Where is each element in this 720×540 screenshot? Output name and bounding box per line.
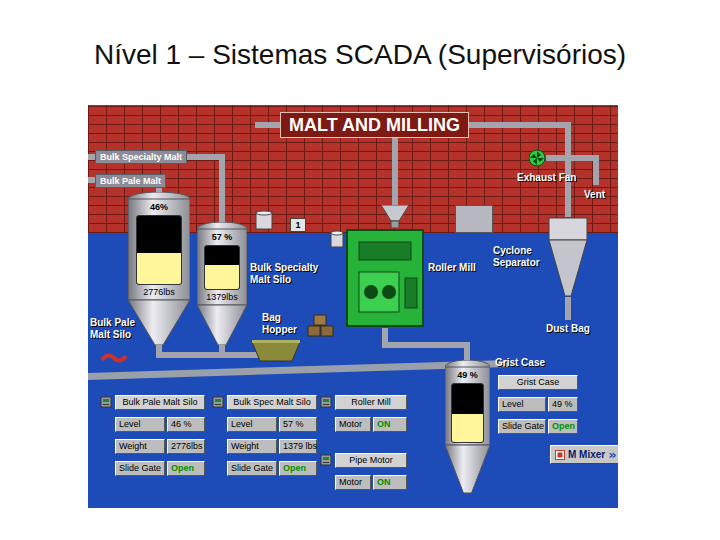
panel-title: Bulk Spec Malt Silo (227, 395, 317, 410)
control-box (455, 205, 493, 233)
hopper-icon (252, 340, 300, 362)
row-value: Open (167, 461, 205, 476)
silo-weight: 2776lbs (143, 287, 175, 298)
funnel-icon (381, 205, 409, 228)
cyclone-icon (548, 217, 588, 297)
exhaust-fan (528, 149, 546, 171)
row-value: 46 % (167, 417, 205, 432)
equipment-label: BagHopper (262, 312, 297, 335)
device-icon (320, 395, 332, 409)
drum-icon (330, 230, 344, 248)
row-label: Motor (335, 475, 371, 490)
row-label: Slide Gate (498, 419, 546, 434)
status-panel: Roller Mill MotorON (320, 395, 407, 432)
silo-level-window (204, 245, 240, 290)
row-value: Open (279, 461, 317, 476)
silo-reading: 46% (150, 202, 168, 213)
row-label: Level (115, 417, 165, 432)
silo-level-fill (137, 253, 182, 284)
row-label: Weight (227, 439, 277, 454)
status-panel: Pipe Motor MotorON (320, 453, 407, 490)
silo-reading: 49 % (457, 370, 478, 381)
row-label: Level (227, 417, 277, 432)
equipment-label: Exhaust Fan (517, 172, 576, 184)
device-icon (320, 453, 332, 467)
cyclone (548, 217, 588, 301)
fan-icon (528, 149, 546, 167)
row-label: Slide Gate (227, 461, 277, 476)
drum (255, 210, 273, 234)
slide-title: Nível 1 – Sistemas SCADA (Supervisórios) (0, 38, 720, 72)
row-value: ON (373, 475, 407, 490)
silo-level-window (136, 215, 183, 285)
silo: 49 % (445, 360, 490, 493)
device-icon (212, 395, 224, 409)
row-label: Motor (335, 417, 371, 432)
equipment-label: CycloneSeparator (493, 245, 540, 268)
row-label: Weight (115, 439, 165, 454)
mixer-icon (555, 450, 565, 460)
counter: 1 (290, 218, 306, 232)
scada-screen: MALT AND MILLING Bulk Specialty Malt Bulk … (88, 105, 618, 508)
silo-label: Bulk PaleMalt Silo (90, 317, 135, 340)
hose-icon (100, 352, 128, 364)
bag-hopper (252, 340, 300, 366)
drum (330, 230, 344, 252)
row-value: Open (548, 419, 578, 434)
roller-mill (345, 228, 425, 332)
row-value: 1379 lbs (279, 439, 317, 454)
silo-level-fill (205, 265, 239, 290)
silo-level-fill (452, 414, 482, 442)
drum-icon (255, 210, 273, 230)
panel-title: Bulk Pale Malt Silo (115, 395, 205, 410)
row-value: 49 % (548, 397, 578, 412)
mixer-button[interactable]: M Mixer» (550, 445, 618, 464)
arrow-icon: » (608, 448, 616, 461)
panel-title: Pipe Motor (335, 453, 407, 468)
silo-level-window (451, 383, 483, 443)
silo: 46% 2776lbs (128, 192, 190, 345)
equipment-label: Dust Bag (546, 323, 590, 335)
silo-reading: 57 % (212, 232, 233, 243)
bags-icon (306, 310, 336, 338)
mill-hopper (381, 205, 409, 232)
equipment-label: Vent (584, 189, 605, 201)
hose (100, 350, 128, 368)
panel-title: Roller Mill (335, 395, 407, 410)
panel-title: Grist Case (498, 375, 578, 390)
slide: Nível 1 – Sistemas SCADA (Supervisórios)… (0, 0, 720, 540)
status-panel: Bulk Spec Malt Silo Level57 %Weight1379 l… (212, 395, 317, 476)
row-value: ON (373, 417, 407, 432)
equipment-label: Roller Mill (428, 262, 476, 274)
roller-mill-icon (345, 228, 425, 328)
bags (306, 310, 336, 342)
row-value: 2776lbs (167, 439, 205, 454)
screen-title: MALT AND MILLING (280, 112, 469, 138)
device-icon (100, 395, 112, 409)
silo-weight: 1379lbs (206, 292, 238, 303)
status-panel: Grist Case Level49 %Slide GateOpen (498, 375, 578, 434)
row-label: Level (498, 397, 546, 412)
silo: 57 % 1379lbs (197, 222, 247, 345)
silo-label: Bulk SpecialtyMalt Silo (250, 262, 318, 285)
row-label: Slide Gate (115, 461, 165, 476)
pipe-label: Bulk Pale Malt (95, 174, 166, 188)
pipe-label: Bulk Specialty Malt (95, 150, 187, 164)
row-value: 57 % (279, 417, 317, 432)
status-panel: Bulk Pale Malt Silo Level46 %Weight2776lb… (100, 395, 205, 476)
silo-label: Grist Case (495, 357, 545, 369)
